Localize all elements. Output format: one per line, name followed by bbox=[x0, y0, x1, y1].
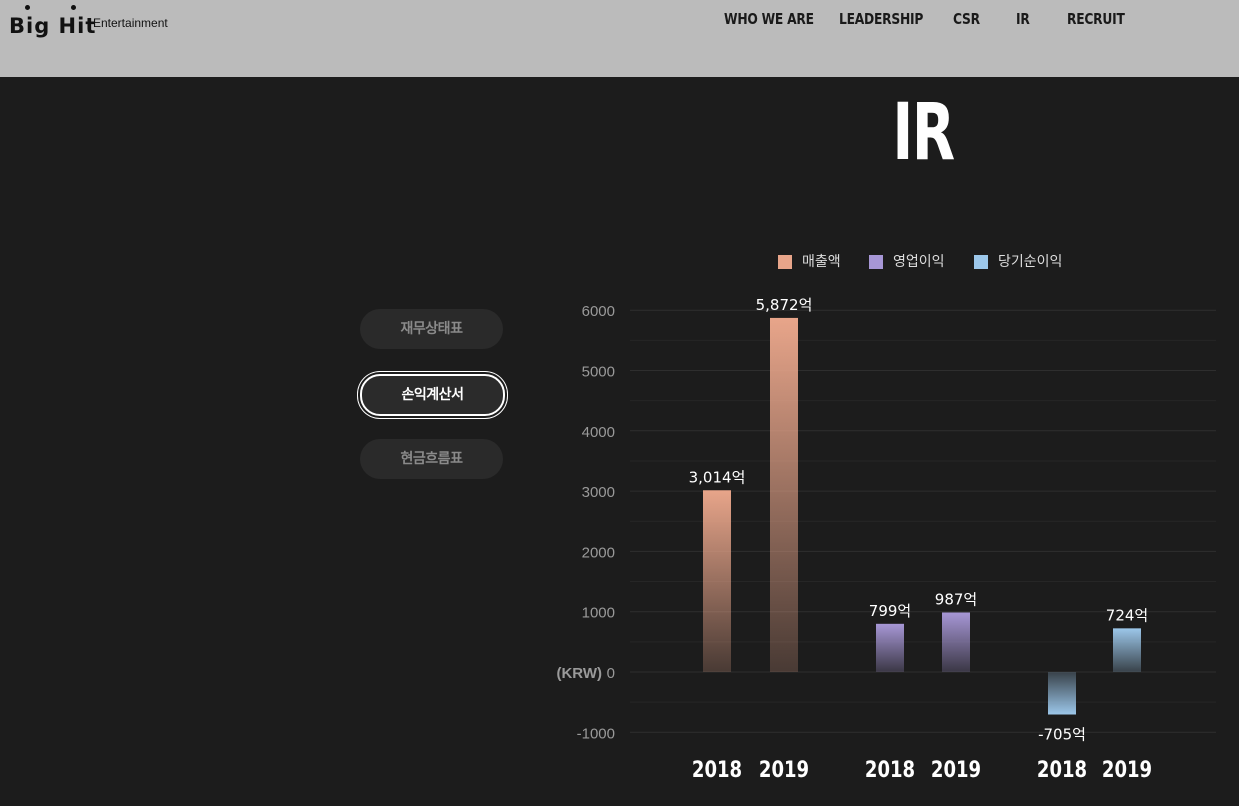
y-axis-unit-label: (KRW) bbox=[556, 665, 602, 682]
chart-bars bbox=[703, 317, 1141, 715]
bar-value-label: 799억 bbox=[869, 602, 911, 620]
x-category-label: 2018 bbox=[1037, 756, 1087, 782]
x-category-label: 2019 bbox=[1102, 756, 1152, 782]
y-tick-label: 2000 bbox=[582, 544, 615, 561]
bar-value-label: 5,872억 bbox=[756, 296, 813, 314]
bar-operating-income-2019[interactable] bbox=[942, 612, 970, 672]
x-category-label: 2018 bbox=[865, 756, 915, 782]
bar-value-label: 987억 bbox=[935, 590, 977, 608]
bar-value-label: 3,014억 bbox=[689, 468, 746, 486]
y-tick-label: 5000 bbox=[582, 364, 615, 381]
bar-net-income-2018[interactable] bbox=[1048, 672, 1076, 715]
chart-labels: 3,014억 2018 5,872억 2019 799억 2018 987억 2019 -705… bbox=[689, 296, 1152, 783]
y-tick-label: 0 bbox=[607, 665, 615, 682]
bar-net-income-2019[interactable] bbox=[1113, 628, 1141, 672]
bar-operating-income-2018[interactable] bbox=[876, 623, 904, 672]
y-tick-label: 1000 bbox=[582, 605, 615, 622]
bar-value-label: 724억 bbox=[1106, 606, 1148, 624]
y-tick-label: 4000 bbox=[582, 424, 615, 441]
y-tick-label: 3000 bbox=[582, 484, 615, 501]
y-tick-label: -1000 bbox=[577, 725, 615, 742]
bar-revenue-2018[interactable] bbox=[703, 490, 731, 672]
x-category-label: 2019 bbox=[759, 756, 809, 782]
x-category-label: 2019 bbox=[931, 756, 981, 782]
y-axis: -1000 0 1000 2000 3000 4000 5000 6000 (KRW) bbox=[556, 303, 615, 742]
bar-value-label: -705억 bbox=[1038, 726, 1086, 744]
bar-revenue-2019[interactable] bbox=[770, 317, 798, 672]
y-tick-label: 6000 bbox=[582, 303, 615, 320]
income-chart: -1000 0 1000 2000 3000 4000 5000 6000 (KRW) 3,01… bbox=[556, 296, 1216, 783]
x-category-label: 2018 bbox=[692, 756, 742, 782]
